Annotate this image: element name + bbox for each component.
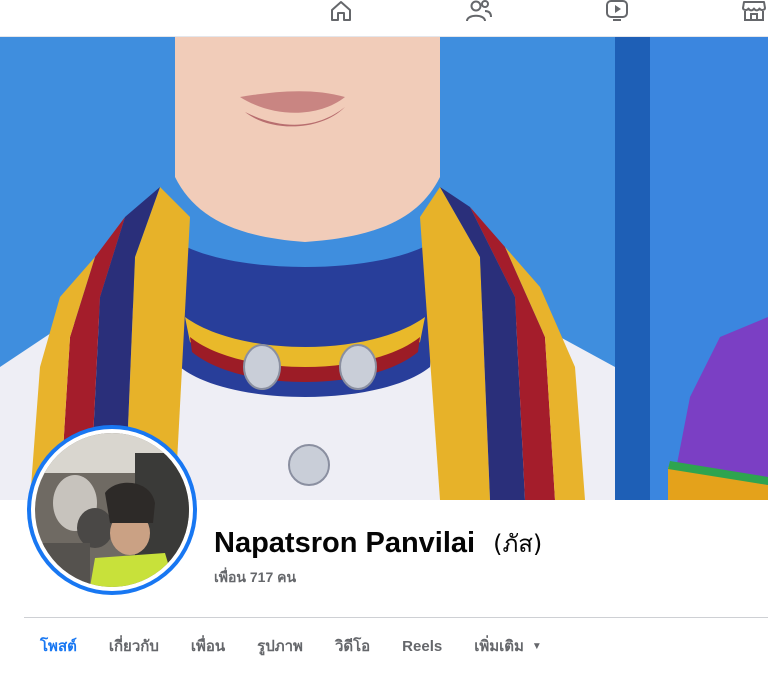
tab-videos[interactable]: วิดีโอ bbox=[319, 618, 386, 674]
profile-avatar[interactable] bbox=[27, 425, 197, 595]
tab-photos[interactable]: รูปภาพ bbox=[241, 618, 319, 674]
tab-reels[interactable]: Reels bbox=[386, 618, 458, 674]
marketplace-icon[interactable] bbox=[740, 0, 768, 24]
tab-more[interactable]: เพิ่มเติม ▼ bbox=[458, 618, 558, 674]
profile-name: Napatsron Panvilai bbox=[214, 527, 476, 559]
tab-posts[interactable]: โพสต์ bbox=[24, 618, 93, 674]
avatar-photo bbox=[35, 433, 189, 587]
friends-count-link[interactable]: เพื่อน 717 คน bbox=[214, 567, 296, 589]
friends-icon[interactable] bbox=[465, 0, 493, 24]
top-navigation-bar bbox=[0, 0, 768, 37]
tab-more-label: เพิ่มเติม bbox=[474, 638, 524, 655]
watch-icon[interactable] bbox=[603, 0, 631, 24]
caret-down-icon: ▼ bbox=[531, 640, 542, 652]
avatar-border bbox=[31, 429, 193, 591]
home-icon[interactable] bbox=[327, 0, 355, 24]
profile-name-row: Napatsron Panvilai (ภัส) bbox=[214, 524, 542, 563]
tab-about[interactable]: เกี่ยวกับ bbox=[93, 618, 175, 674]
tab-friends[interactable]: เพื่อน bbox=[175, 618, 241, 674]
profile-alternate-name: (ภัส) bbox=[493, 530, 543, 558]
profile-tabs: โพสต์ เกี่ยวกับ เพื่อน รูปภาพ วิดีโอ Ree… bbox=[24, 618, 558, 674]
